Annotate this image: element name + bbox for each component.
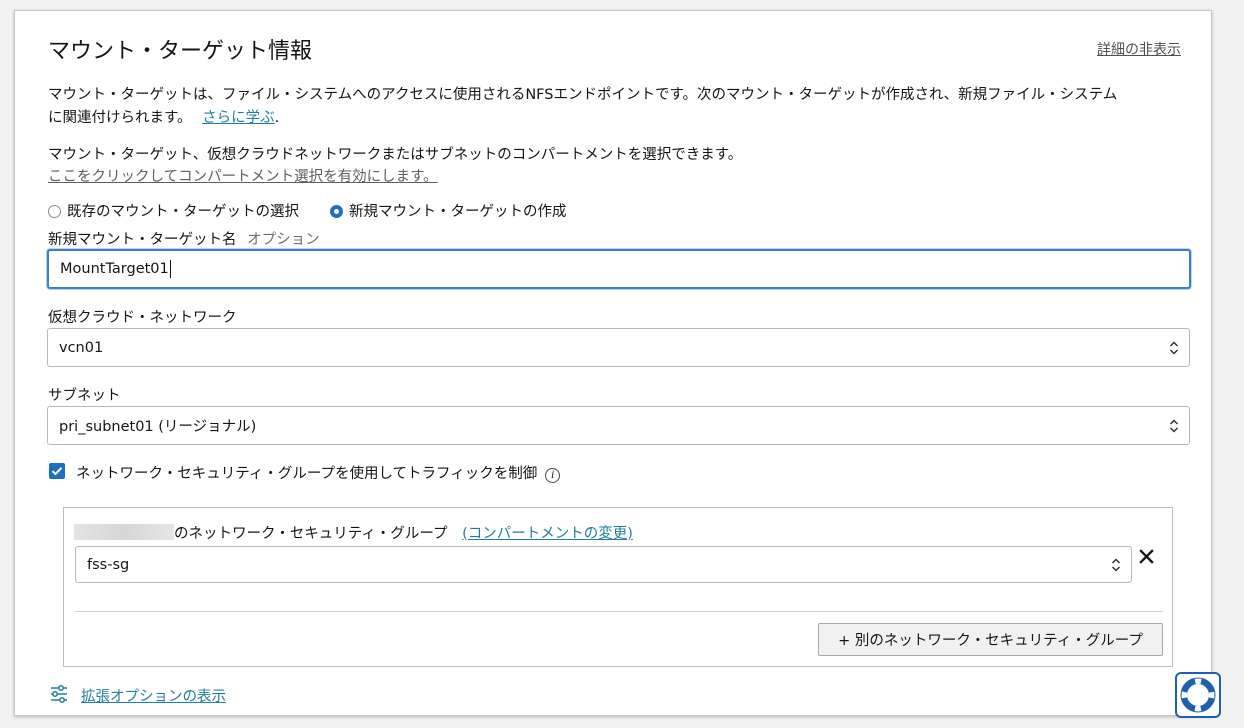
nsg-toggle-label-text: ネットワーク・セキュリティ・グループを使用してトラフィックを制御: [76, 466, 538, 482]
sliders-icon: [49, 684, 69, 704]
nsg-checkbox[interactable]: [49, 463, 65, 479]
hide-details-link[interactable]: 詳細の非表示: [1097, 39, 1181, 59]
info-icon[interactable]: i: [545, 468, 561, 483]
text-caret: [169, 260, 171, 278]
help-lifebuoy-icon[interactable]: [1175, 672, 1221, 718]
radio-new-circle[interactable]: [330, 205, 343, 218]
radio-new-label: 新規マウント・ターゲットの作成: [349, 204, 567, 220]
mount-target-name-label: 新規マウント・ターゲット名 オプション: [48, 228, 320, 249]
close-icon-glyph: [1139, 549, 1154, 564]
radio-existing-label: 既存のマウント・ターゲットの選択: [67, 204, 299, 220]
vcn-select-value: vcn01: [59, 339, 104, 356]
mount-target-name-input[interactable]: MountTarget01: [47, 249, 1191, 289]
show-advanced-options-link[interactable]: 拡張オプションの表示: [81, 685, 226, 706]
change-compartment-link[interactable]: (コンパートメントの変更): [462, 526, 633, 542]
redacted-compartment-name: [74, 524, 174, 540]
lifebuoy-icon: [1180, 677, 1216, 713]
nsg-compartment-suffix: のネットワーク・セキュリティ・グループ: [174, 526, 448, 542]
nsg-select-value: fss-sg: [87, 556, 130, 573]
mount-target-panel: マウント・ターゲット情報 詳細の非表示 マウント・ターゲットは、ファイル・システ…: [14, 10, 1212, 716]
subnet-select-value: pri_subnet01 (リージョナル): [59, 419, 257, 435]
subnet-label: サブネット: [48, 388, 121, 404]
mount-target-name-label-text: 新規マウント・ターゲット名: [48, 232, 237, 248]
subnet-select[interactable]: pri_subnet01 (リージョナル): [47, 406, 1190, 445]
vcn-label: 仮想クラウド・ネットワーク: [48, 310, 237, 326]
enable-compartment-selection-link[interactable]: ここをクリックしてコンパートメント選択を有効にします。: [48, 165, 438, 186]
checkmark-icon: [51, 467, 63, 476]
select-arrows-icon: [1169, 418, 1179, 433]
mount-target-name-value: MountTarget01: [60, 261, 169, 277]
close-icon[interactable]: [1138, 548, 1155, 570]
description-line2: に関連付けられます。 さらに学ぶ.: [48, 106, 279, 127]
section-title: マウント・ターゲット情報: [48, 39, 313, 64]
vcn-select[interactable]: vcn01: [47, 328, 1190, 367]
nsg-select[interactable]: fss-sg: [75, 546, 1132, 583]
nsg-compartment-heading: のネットワーク・セキュリティ・グループ (コンパートメントの変更): [174, 522, 633, 543]
description-line1: マウント・ターゲットは、ファイル・システムへのアクセスに使用されるNFSエンドポ…: [48, 87, 1118, 103]
nsg-group-box: のネットワーク・セキュリティ・グループ (コンパートメントの変更) fss-sg…: [63, 507, 1173, 667]
select-arrows-icon: [1169, 340, 1179, 355]
nsg-divider: [75, 611, 1163, 612]
radio-new-mount-target[interactable]: 新規マウント・ターゲットの作成: [330, 200, 567, 221]
radio-existing-mount-target[interactable]: 既存のマウント・ターゲットの選択: [48, 200, 299, 221]
optional-tag: オプション: [247, 232, 320, 248]
compartment-note: マウント・ターゲット、仮想クラウドネットワークまたはサブネットのコンパートメント…: [48, 147, 743, 163]
description-line2-text: に関連付けられます。: [48, 110, 192, 126]
learn-more-link[interactable]: さらに学ぶ: [202, 110, 275, 126]
select-arrows-icon: [1111, 557, 1121, 572]
description-period: .: [274, 110, 280, 126]
add-nsg-button[interactable]: + 別のネットワーク・セキュリティ・グループ: [818, 623, 1163, 656]
nsg-toggle-label: ネットワーク・セキュリティ・グループを使用してトラフィックを制御 i: [76, 462, 561, 483]
radio-existing-circle[interactable]: [48, 205, 61, 218]
